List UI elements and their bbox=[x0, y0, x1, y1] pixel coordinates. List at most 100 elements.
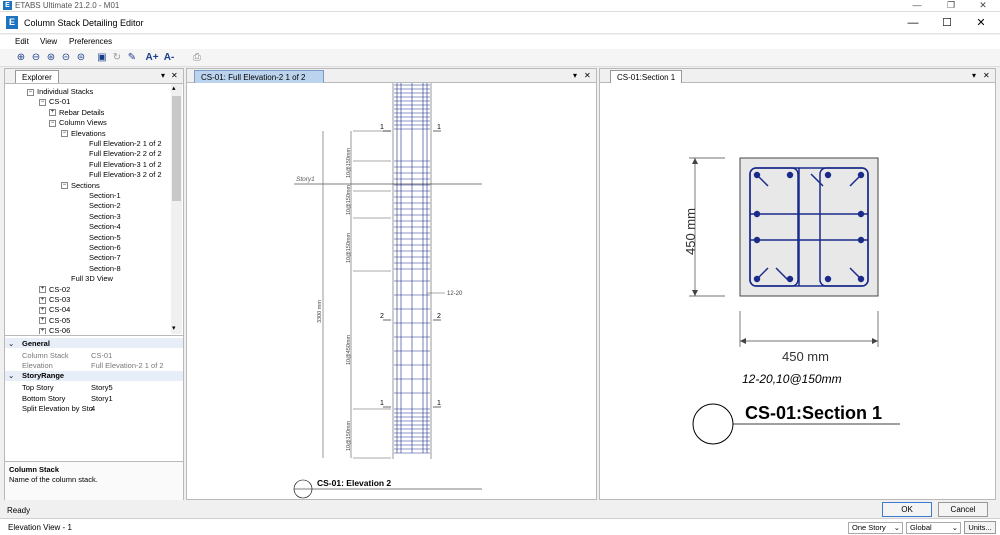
tree-item[interactable]: Section-1 bbox=[85, 191, 121, 201]
bottom-story-value[interactable]: Story1 bbox=[91, 394, 113, 403]
expand-icon[interactable]: + bbox=[39, 286, 46, 294]
tree-item[interactable]: Section-2 bbox=[85, 201, 121, 211]
outer-minimize-button[interactable]: — bbox=[900, 0, 934, 12]
zoom-fit-icon[interactable]: ▣ bbox=[95, 51, 109, 65]
property-grid: ⌄ General Column Stack CS-01 Elevation F… bbox=[5, 335, 183, 459]
section-drawing[interactable]: 450 mm 450 mm 12-20,10@150mm CS-01:Secti… bbox=[600, 83, 995, 499]
edit-icon[interactable]: ✎ bbox=[125, 51, 139, 65]
tree-item[interactable]: Section-3 bbox=[85, 212, 121, 222]
tree-item[interactable]: − Column Views bbox=[49, 118, 107, 128]
tree-item[interactable]: + CS-03 bbox=[39, 295, 70, 305]
units-button[interactable]: Units... bbox=[964, 521, 996, 534]
tree-item[interactable]: Section-6 bbox=[85, 243, 121, 253]
tab-elevation[interactable]: CS-01: Full Elevation-2 1 of 2 bbox=[194, 70, 324, 83]
tree-item[interactable]: + CS-06 bbox=[39, 326, 70, 334]
chevron-down-icon[interactable]: ▾ bbox=[972, 71, 976, 80]
menu-edit[interactable]: Edit bbox=[15, 37, 29, 46]
tree-item[interactable]: Full Elevation-3 1 of 2 bbox=[85, 160, 162, 170]
story-mode-select[interactable]: One Story ⌄ bbox=[848, 522, 903, 534]
collapse-icon[interactable]: ⌄ bbox=[8, 339, 14, 348]
tree-item-label: Section-1 bbox=[89, 191, 121, 200]
close-icon[interactable]: ✕ bbox=[171, 71, 178, 80]
chevron-down-icon[interactable]: ▾ bbox=[161, 71, 165, 80]
expand-icon[interactable]: + bbox=[39, 296, 46, 304]
refresh-icon[interactable]: ↻ bbox=[110, 51, 124, 65]
font-decrease-icon[interactable]: A- bbox=[162, 51, 176, 65]
tree-item[interactable]: − Sections bbox=[61, 181, 100, 191]
elevation-drawing[interactable]: Story1 1 1 2 2 1 1 10@150mm 10@150mm 10@… bbox=[187, 83, 596, 499]
tree-item-label: Full Elevation-2 1 of 2 bbox=[89, 139, 162, 148]
collapse-icon[interactable]: − bbox=[39, 98, 46, 106]
cancel-button[interactable]: Cancel bbox=[938, 502, 988, 517]
zoom-next-icon[interactable]: ⊜ bbox=[74, 51, 88, 65]
split-elevation-value[interactable]: 4 bbox=[91, 404, 95, 413]
zoom-window-icon[interactable]: ⊛ bbox=[44, 51, 58, 65]
tree-item[interactable]: Section-4 bbox=[85, 222, 121, 232]
tree-item[interactable]: + CS-02 bbox=[39, 285, 70, 295]
window-titlebar: E Column Stack Detailing Editor — ☐ ✕ bbox=[0, 12, 1000, 34]
collapse-icon[interactable]: − bbox=[61, 130, 68, 138]
expand-icon[interactable]: + bbox=[39, 317, 46, 325]
coordinate-system-select[interactable]: Global ⌄ bbox=[906, 522, 961, 534]
elevation-value[interactable]: Full Elevation-2 1 of 2 bbox=[91, 361, 164, 370]
tree-item-label: Section-5 bbox=[89, 232, 121, 242]
collapse-icon[interactable]: − bbox=[49, 119, 56, 127]
tie-spacing-label: 10@150mm bbox=[346, 148, 352, 178]
tree-scrollbar[interactable]: ▴ ▾ bbox=[171, 84, 182, 334]
tree-item-label: CS-05 bbox=[49, 315, 71, 325]
outer-close-button[interactable]: ✕ bbox=[966, 0, 1000, 12]
menu-preferences[interactable]: Preferences bbox=[69, 37, 112, 46]
tree-item-label: Individual Stacks bbox=[37, 87, 94, 96]
minimize-button[interactable]: — bbox=[896, 12, 930, 34]
close-icon[interactable]: ✕ bbox=[584, 71, 591, 80]
expand-icon[interactable]: + bbox=[39, 306, 46, 314]
menu-view[interactable]: View bbox=[40, 37, 57, 46]
tree-item[interactable]: − Individual Stacks bbox=[27, 87, 93, 97]
scroll-thumb[interactable] bbox=[172, 96, 181, 201]
status-bar: Elevation View - 1 One Story ⌄ Global ⌄ Un… bbox=[0, 518, 1000, 535]
expand-icon[interactable]: + bbox=[49, 109, 56, 117]
close-button[interactable]: ✕ bbox=[964, 12, 998, 34]
scroll-down-icon[interactable]: ▾ bbox=[172, 324, 176, 332]
chevron-down-icon[interactable]: ▾ bbox=[573, 71, 577, 80]
tree-item[interactable]: Full Elevation-2 2 of 2 bbox=[85, 149, 162, 159]
zoom-in-icon[interactable]: ⊕ bbox=[14, 51, 28, 65]
collapse-icon[interactable]: − bbox=[27, 88, 34, 96]
collapse-icon[interactable]: ⌄ bbox=[8, 371, 14, 380]
tree-item[interactable]: + CS-04 bbox=[39, 305, 70, 315]
zoom-previous-icon[interactable]: ⊝ bbox=[59, 51, 73, 65]
tree-item[interactable]: Full Elevation-3 2 of 2 bbox=[85, 170, 162, 180]
close-icon[interactable]: ✕ bbox=[983, 71, 990, 80]
rebar-dot bbox=[857, 210, 865, 218]
collapse-icon[interactable]: − bbox=[61, 182, 68, 190]
scroll-up-icon[interactable]: ▴ bbox=[172, 84, 176, 92]
tree-item[interactable]: Full 3D View bbox=[67, 274, 113, 284]
tree-item-label: CS-06 bbox=[49, 326, 71, 334]
tree-item[interactable]: Full Elevation-2 1 of 2 bbox=[85, 139, 162, 149]
zoom-out-icon[interactable]: ⊖ bbox=[29, 51, 43, 65]
tree-item[interactable]: − Elevations bbox=[61, 129, 106, 139]
font-increase-icon[interactable]: A+ bbox=[145, 51, 159, 65]
maximize-button[interactable]: ☐ bbox=[930, 12, 964, 34]
view-status: Elevation View - 1 bbox=[8, 523, 72, 532]
coordinate-system-value: Global bbox=[910, 523, 932, 532]
ok-button[interactable]: OK bbox=[882, 502, 932, 517]
tree-item-label: Sections bbox=[71, 180, 100, 190]
tree-item[interactable]: Section-8 bbox=[85, 264, 121, 274]
tree-item[interactable]: Section-5 bbox=[85, 233, 121, 243]
explorer-tree: − Individual Stacks − CS-01 + Rebar Details − C… bbox=[5, 84, 171, 334]
column-stack-value[interactable]: CS-01 bbox=[91, 351, 112, 360]
print-icon[interactable]: ⎙ bbox=[190, 51, 204, 65]
top-story-value[interactable]: Story5 bbox=[91, 383, 113, 392]
tree-item[interactable]: Section-7 bbox=[85, 253, 121, 263]
rebar-dot bbox=[824, 171, 832, 179]
tab-section[interactable]: CS-01:Section 1 bbox=[610, 70, 683, 83]
tree-item[interactable]: − CS-01 bbox=[39, 97, 70, 107]
expand-icon[interactable]: + bbox=[39, 327, 46, 334]
outer-restore-button[interactable]: ❐ bbox=[934, 0, 968, 12]
tree-item[interactable]: + CS-05 bbox=[39, 316, 70, 326]
toolbar: ⊕ ⊖ ⊛ ⊝ ⊜ ▣ ↻ ✎ A+ A- ⎙ bbox=[0, 49, 1000, 67]
tree-item[interactable]: + Rebar Details bbox=[49, 108, 104, 118]
window-title: Column Stack Detailing Editor bbox=[24, 18, 144, 28]
tab-explorer[interactable]: Explorer bbox=[15, 70, 59, 83]
